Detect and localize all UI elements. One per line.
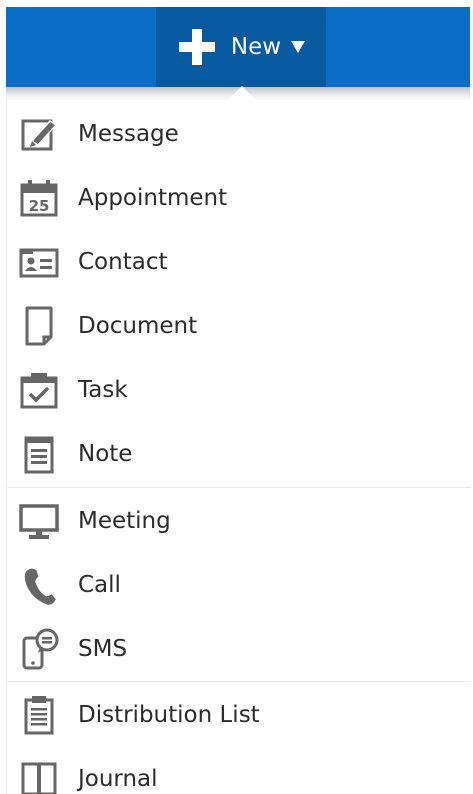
- menu-item-note[interactable]: Note: [7, 422, 471, 486]
- menu-item-label: Meeting: [78, 508, 171, 534]
- menu-item-label: Note: [78, 441, 133, 467]
- new-menu: Message 25 Appointment Contact Document …: [6, 100, 471, 794]
- menu-item-label: Journal: [78, 766, 158, 792]
- menu-item-call[interactable]: Call: [7, 553, 471, 617]
- menu-divider: [7, 487, 471, 488]
- menu-divider: [7, 681, 471, 682]
- calendar-icon: 25: [20, 180, 58, 217]
- contact-card-icon: [19, 248, 59, 278]
- menu-item-label: Distribution List: [78, 702, 260, 728]
- calendar-day-text: 25: [29, 197, 50, 215]
- menu-item-appointment[interactable]: 25 Appointment: [7, 166, 471, 230]
- menu-item-label: Call: [78, 572, 121, 598]
- meeting-icon: [19, 504, 59, 539]
- sms-icon: [22, 628, 59, 670]
- menu-item-distribution-list[interactable]: Distribution List: [7, 683, 471, 747]
- menu-pointer: [228, 86, 256, 100]
- task-icon: [20, 373, 58, 409]
- journal-icon: [21, 762, 57, 794]
- menu-item-label: Contact: [78, 249, 168, 275]
- menu-item-label: Message: [78, 121, 179, 147]
- plus-icon: [178, 29, 215, 65]
- new-button[interactable]: New: [156, 7, 326, 87]
- menu-item-sms[interactable]: SMS: [7, 617, 471, 681]
- menu-item-label: SMS: [78, 636, 128, 662]
- menu-item-message[interactable]: Message: [7, 102, 471, 166]
- menu-item-label: Document: [78, 313, 198, 339]
- menu-item-meeting[interactable]: Meeting: [7, 489, 471, 553]
- menu-item-label: Task: [78, 377, 128, 403]
- menu-item-label: Appointment: [78, 185, 228, 211]
- note-icon: [24, 436, 54, 474]
- caret-down-icon: [291, 41, 306, 53]
- menu-item-document[interactable]: Document: [7, 294, 471, 358]
- distribution-list-icon: [24, 696, 54, 735]
- phone-icon: [24, 568, 56, 605]
- new-button-label: New: [230, 34, 282, 60]
- new-item-dropdown: New Message 25 Appointment Contact Docum…: [0, 0, 473, 794]
- document-icon: [25, 306, 53, 346]
- message-icon: [21, 119, 58, 151]
- menu-item-journal[interactable]: Journal: [7, 747, 471, 794]
- menu-item-contact[interactable]: Contact: [7, 230, 471, 294]
- menu-item-task[interactable]: Task: [7, 358, 471, 422]
